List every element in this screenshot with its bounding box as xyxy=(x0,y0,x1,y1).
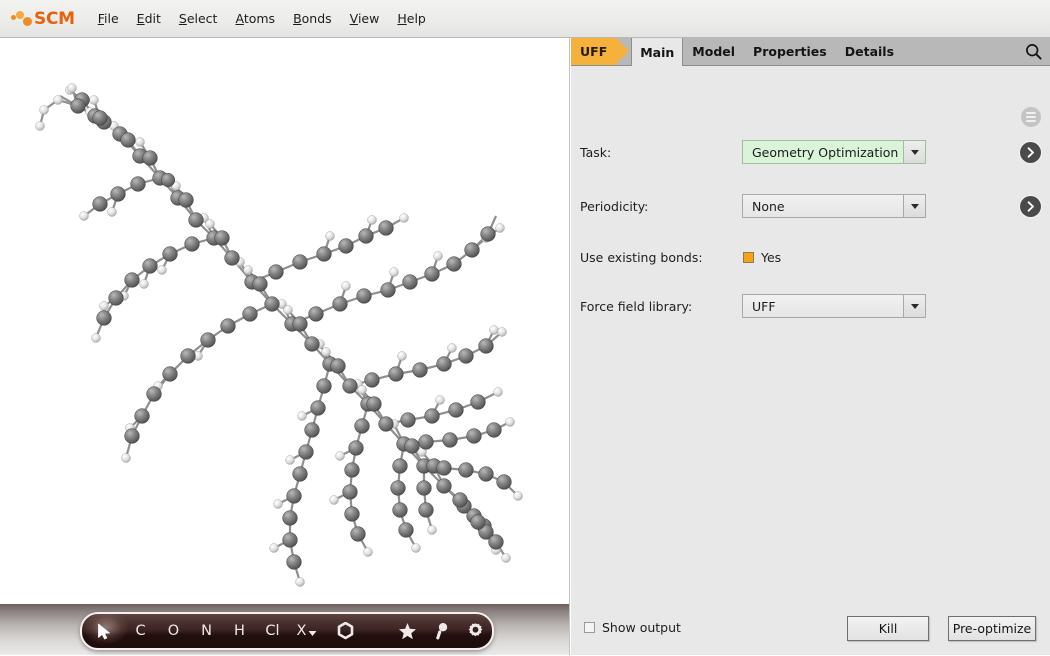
menu-file[interactable]: File xyxy=(89,8,128,29)
chevron-down-icon xyxy=(308,631,317,636)
periodicity-label: Periodicity: xyxy=(580,198,649,214)
menu-atoms-rest: toms xyxy=(243,11,276,26)
benzene-ring-tool[interactable] xyxy=(325,616,365,646)
chevron-down-icon xyxy=(910,203,919,209)
periodicity-detail-button[interactable] xyxy=(1020,195,1041,217)
periodicity-dropdown[interactable]: None xyxy=(742,194,926,218)
menu-edit-rest: dit xyxy=(144,11,161,26)
use-existing-bonds-row: Use existing bonds: Yes xyxy=(571,245,1050,269)
element-x-tool[interactable]: X xyxy=(289,616,325,646)
tab-main[interactable]: Main xyxy=(631,38,684,66)
menu-select-rest: elect xyxy=(186,11,218,26)
star-icon xyxy=(398,622,416,639)
menu-bonds[interactable]: Bonds xyxy=(284,8,341,29)
scm-brand-text: SCM xyxy=(34,8,75,29)
element-n-tool[interactable]: N xyxy=(190,616,223,646)
select-cursor-tool[interactable] xyxy=(84,616,124,646)
menu-select[interactable]: Select xyxy=(170,8,227,29)
task-dropdown-arrow[interactable] xyxy=(903,141,925,163)
chevron-right-icon xyxy=(1027,200,1034,212)
periodicity-dropdown-arrow[interactable] xyxy=(903,195,925,217)
use-existing-bonds-checkbox[interactable]: Yes xyxy=(743,250,781,265)
element-x-label: X xyxy=(296,623,307,639)
molecule-3d-view[interactable] xyxy=(0,38,570,604)
molecule-render xyxy=(0,38,569,604)
menu-file-rest: ile xyxy=(104,11,119,26)
chevron-right-icon xyxy=(1027,146,1034,158)
menu-items: File Edit Select Atoms Bonds View Help xyxy=(89,8,435,29)
periodicity-row: Periodicity: None xyxy=(571,194,1050,218)
search-atom-tool[interactable] xyxy=(424,616,458,646)
show-output-checkbox[interactable]: Show output xyxy=(584,620,681,635)
favorites-tool[interactable] xyxy=(390,616,424,646)
gear-icon xyxy=(468,622,482,636)
task-detail-button[interactable] xyxy=(1020,141,1041,163)
force-field-library-dropdown-arrow[interactable] xyxy=(903,295,925,317)
tab-properties[interactable]: Properties xyxy=(744,38,836,65)
module-badge-uff: UFF xyxy=(571,38,630,65)
panel-search-button[interactable] xyxy=(1016,38,1050,65)
menu-edit[interactable]: Edit xyxy=(128,8,170,29)
menu-bonds-rest: onds xyxy=(301,11,332,26)
panel-menu-button[interactable] xyxy=(1021,107,1041,127)
magnifier-icon xyxy=(1025,44,1042,60)
force-field-library-dropdown[interactable]: UFF xyxy=(742,294,926,318)
element-cl-tool[interactable]: Cl xyxy=(256,616,289,646)
hexagon-ring-icon xyxy=(337,622,353,640)
hamburger-icon-line xyxy=(1026,116,1036,118)
element-h-tool[interactable]: H xyxy=(223,616,256,646)
task-label: Task: xyxy=(580,144,612,160)
hamburger-icon-line xyxy=(1026,120,1036,123)
force-field-library-value: UFF xyxy=(752,298,776,314)
element-c-tool[interactable]: C xyxy=(124,616,157,646)
checkbox-unchecked-icon xyxy=(584,622,595,633)
task-row: Task: Geometry Optimization xyxy=(571,140,1050,164)
menu-help-rest: elp xyxy=(406,11,426,26)
checkbox-checked-icon xyxy=(743,251,754,263)
magnifier-icon xyxy=(435,622,447,639)
task-value: Geometry Optimization xyxy=(752,144,899,160)
pre-optimize-button[interactable]: Pre-optimize xyxy=(948,616,1036,641)
scm-logo: SCM xyxy=(11,7,75,31)
hamburger-icon-line xyxy=(1026,111,1036,114)
molecule-tool-strip: C O N H Cl X xyxy=(0,604,570,655)
atom-tool-pill: C O N H Cl X xyxy=(80,612,494,650)
tab-model[interactable]: Model xyxy=(683,38,744,65)
periodicity-value: None xyxy=(752,198,785,214)
force-field-library-label: Force field library: xyxy=(580,298,693,314)
use-existing-bonds-value: Yes xyxy=(761,249,782,265)
panel-tab-bar: UFF Main Model Properties Details xyxy=(571,38,1050,66)
use-existing-bonds-label: Use existing bonds: xyxy=(580,249,703,265)
uff-settings-panel: UFF Main Model Properties Details Task: … xyxy=(571,38,1050,655)
cursor-arrow-icon xyxy=(97,623,110,639)
menu-help[interactable]: Help xyxy=(388,8,435,29)
preferences-tool[interactable] xyxy=(458,616,492,646)
menu-atoms[interactable]: Atoms xyxy=(226,8,284,29)
kill-button[interactable]: Kill xyxy=(847,616,929,641)
task-dropdown[interactable]: Geometry Optimization xyxy=(742,140,926,164)
tabbar-spacer xyxy=(903,38,1016,65)
element-o-tool[interactable]: O xyxy=(157,616,190,646)
chevron-down-icon xyxy=(910,303,919,309)
force-field-library-row: Force field library: UFF xyxy=(571,294,1050,318)
chevron-down-icon xyxy=(910,149,919,155)
show-output-label: Show output xyxy=(602,620,681,635)
menu-view-rest: iew xyxy=(357,11,380,26)
menu-bar: SCM File Edit Select Atoms Bonds View He… xyxy=(0,0,1050,38)
panel-body: Task: Geometry Optimization Periodicity:… xyxy=(571,66,1050,656)
menu-view[interactable]: View xyxy=(341,8,389,29)
panel-footer: Show output Kill Pre-optimize xyxy=(571,610,1050,656)
scm-dots-icon xyxy=(11,9,33,29)
tab-details[interactable]: Details xyxy=(836,38,903,65)
